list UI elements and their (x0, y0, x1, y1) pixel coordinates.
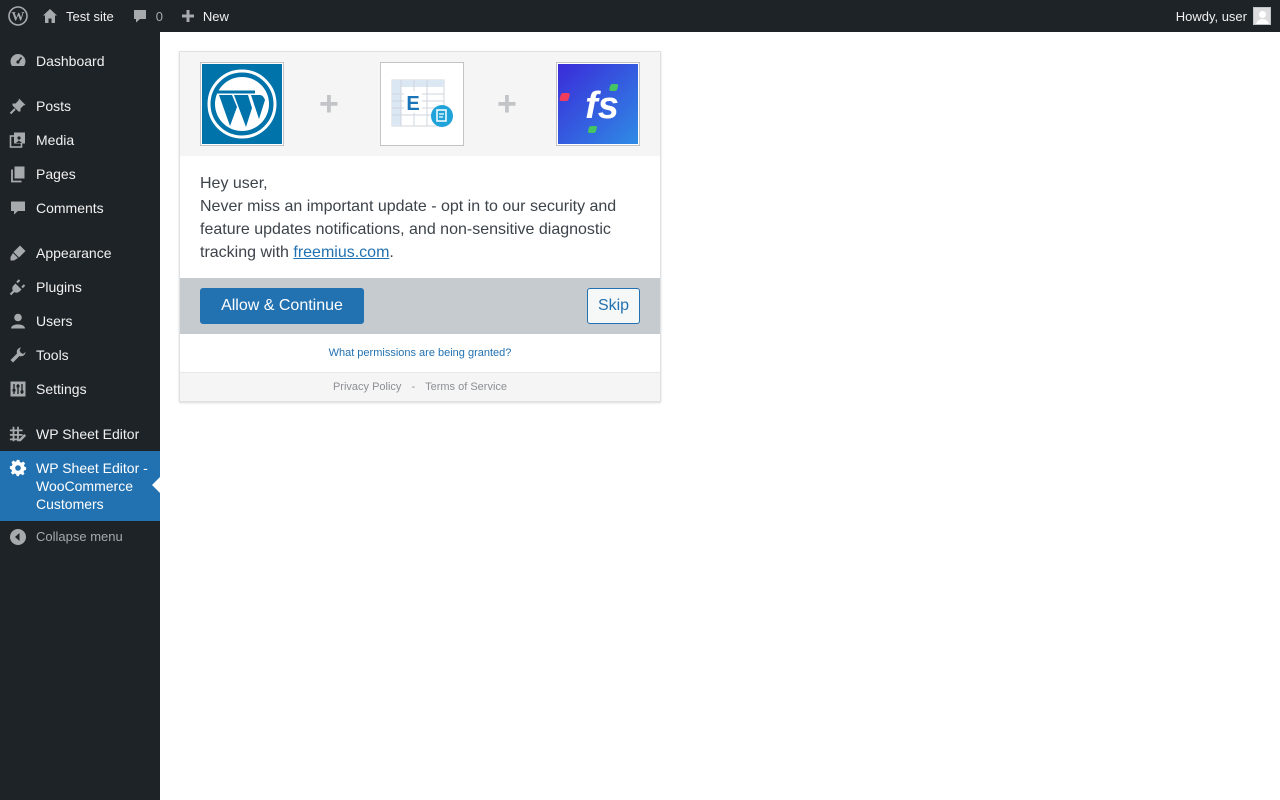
sidebar-item-plugins[interactable]: Plugins (0, 278, 160, 296)
new-label: New (202, 8, 229, 24)
dashboard-icon (9, 52, 27, 70)
collapse-menu-label: Collapse menu (36, 529, 123, 544)
comments-link[interactable]: 0 (124, 0, 173, 32)
sidebar-item-comments[interactable]: Comments (0, 199, 160, 217)
sidebar-item-label: Tools (36, 347, 69, 363)
pin-icon (9, 97, 27, 115)
plus-icon (181, 10, 194, 22)
sidebar-item-label: Comments (36, 200, 104, 216)
terms-separator: - (411, 381, 416, 393)
brush-icon (9, 244, 27, 262)
wordpress-logo (200, 62, 284, 146)
plus-separator-icon: + (319, 85, 339, 123)
terms-of-service-link[interactable]: Terms of Service (425, 381, 507, 393)
privacy-policy-link[interactable]: Privacy Policy (333, 381, 401, 393)
sidebar-item-label: Pages (36, 166, 76, 182)
freemius-icon: fs (558, 64, 638, 144)
my-account-link[interactable]: Howdy, user (1176, 0, 1271, 32)
sidebar-item-pages[interactable]: Pages (0, 165, 160, 183)
freemius-link[interactable]: freemius.com (293, 244, 389, 261)
avatar (1253, 7, 1271, 25)
freemius-logo-text: fs (585, 85, 619, 127)
sidebar-item-posts[interactable]: Posts (0, 97, 160, 115)
allow-continue-button[interactable]: Allow & Continue (200, 288, 364, 324)
logos-header: + E + fs (180, 52, 660, 156)
sidebar-item-label: WP Sheet Editor (36, 426, 140, 442)
grid-icon (9, 425, 27, 443)
sidebar-item-wp-sheet-editor-woocommerce-customers[interactable]: WP Sheet Editor - WooCommerce Customers (0, 451, 160, 521)
skip-button[interactable]: Skip (587, 288, 640, 324)
sidebar-item-media[interactable]: Media (0, 131, 160, 149)
sidebar-item-label: Dashboard (36, 53, 105, 69)
plug-icon (9, 278, 27, 296)
sidebar-item-tools[interactable]: Tools (0, 346, 160, 364)
admin-bar: W Test site 0 New Howdy, user (0, 0, 1280, 32)
plugin-logo-letter: E (406, 93, 419, 115)
sidebar-item-users[interactable]: Users (0, 312, 160, 330)
permissions-link[interactable]: What permissions are being granted? (329, 347, 512, 359)
wordpress-logo-icon: W (8, 6, 28, 26)
comments-count: 0 (155, 8, 163, 24)
wordpress-logo-menu[interactable]: W (0, 0, 34, 32)
settings-icon (9, 380, 27, 398)
current-menu-arrow (152, 477, 160, 493)
admin-sidebar: Dashboard Posts Media Pages Comments App… (0, 32, 160, 800)
connect-message: Hey user, Never miss an important update… (200, 172, 640, 264)
collapse-menu-button[interactable]: Collapse menu (0, 528, 160, 546)
sidebar-item-wp-sheet-editor[interactable]: WP Sheet Editor (0, 425, 160, 443)
terms-footer: Privacy Policy - Terms of Service (180, 372, 660, 401)
opt-in-text: Never miss an important update - opt in … (200, 198, 617, 261)
sidebar-item-label: Media (36, 132, 75, 148)
home-icon (43, 9, 57, 23)
spreadsheet-icon: E (382, 64, 462, 144)
site-name-link[interactable]: Test site (34, 0, 124, 32)
freemius-logo: fs (556, 62, 640, 146)
gear-icon (9, 459, 27, 477)
connect-actions: Allow & Continue Skip (180, 278, 660, 334)
site-name: Test site (66, 8, 114, 24)
media-icon (9, 131, 27, 149)
sidebar-item-settings[interactable]: Settings (0, 380, 160, 398)
user-icon (9, 312, 27, 330)
pages-icon (9, 165, 27, 183)
sidebar-item-label: Settings (36, 381, 87, 397)
sidebar-item-label: Posts (36, 98, 72, 114)
svg-text:W: W (12, 9, 25, 24)
new-content-link[interactable]: New (173, 0, 237, 32)
collapse-arrow-icon (9, 528, 27, 546)
freemius-connect-box: + E + fs Hey user, Never miss an importa… (179, 51, 661, 402)
sidebar-item-label: Appearance (36, 245, 112, 261)
plus-separator-icon: + (497, 85, 517, 123)
permissions-section: What permissions are being granted? (180, 334, 660, 372)
greeting-text: Hey user, (200, 175, 268, 192)
howdy-text: Howdy, user (1175, 8, 1247, 24)
sidebar-item-dashboard[interactable]: Dashboard (0, 52, 160, 70)
sidebar-item-label: Plugins (36, 279, 82, 295)
sidebar-item-label: Users (36, 313, 73, 329)
wordpress-logo-icon (202, 64, 282, 144)
wrench-icon (9, 346, 27, 364)
plugin-logo: E (380, 62, 464, 146)
comment-bubble-icon (133, 10, 146, 23)
comment-icon (9, 199, 27, 217)
sidebar-item-label: WP Sheet Editor - WooCommerce Customers (36, 460, 148, 512)
sidebar-item-appearance[interactable]: Appearance (0, 244, 160, 262)
